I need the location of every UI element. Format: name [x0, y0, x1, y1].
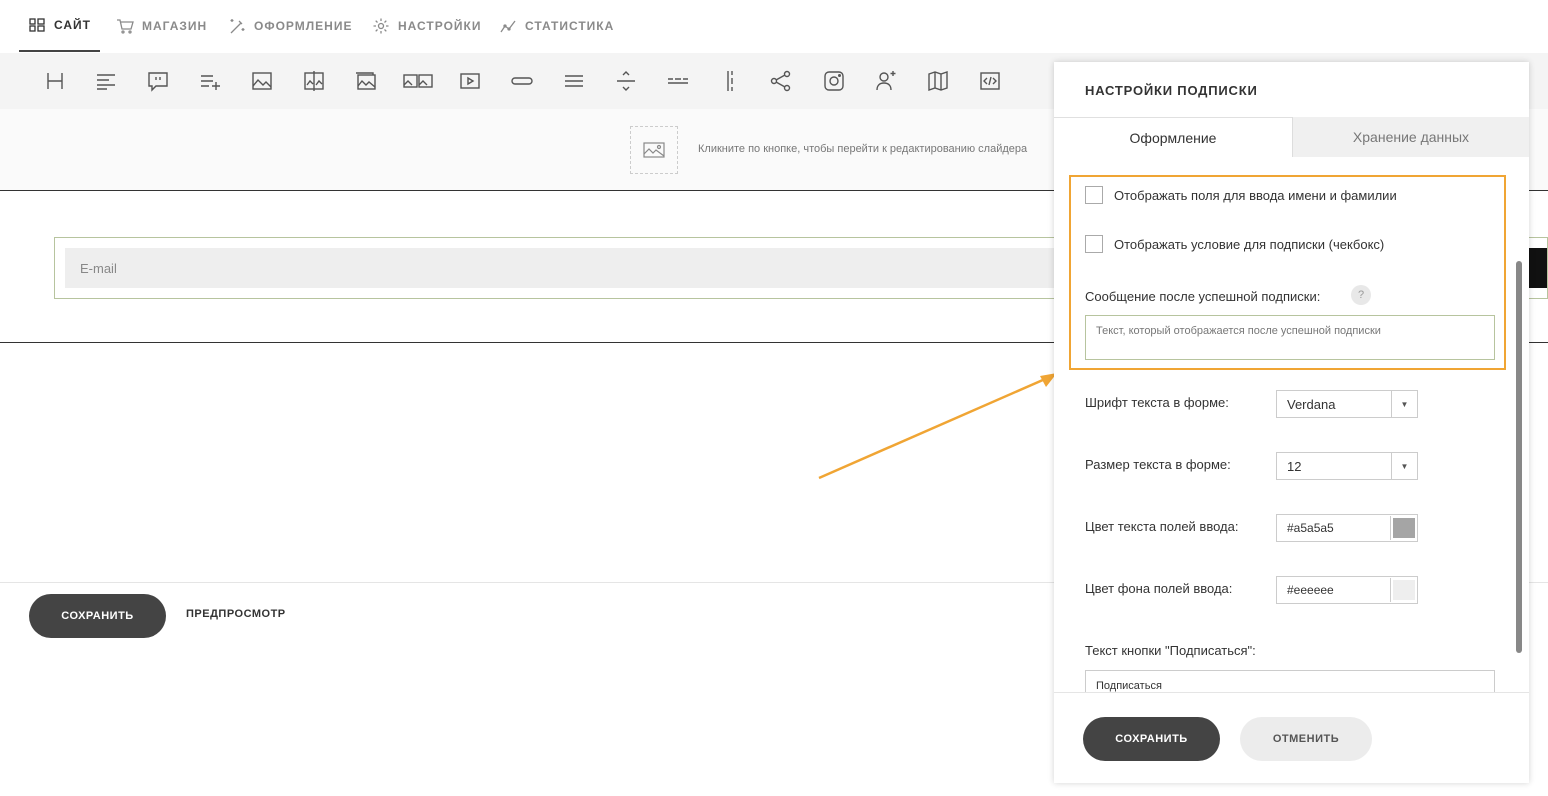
- input-text-color-label: Цвет текста полей ввода:: [1085, 519, 1239, 534]
- nav-item-site[interactable]: САЙТ: [19, 0, 100, 52]
- font-select-value: Verdana: [1287, 396, 1336, 412]
- chevron-down-icon: ▼: [1391, 391, 1417, 417]
- panel-title: НАСТРОЙКИ ПОДПИСКИ: [1085, 83, 1258, 98]
- multi-image-tool[interactable]: [403, 69, 433, 93]
- image-compare-tool[interactable]: [302, 69, 326, 93]
- nav-item-statistics[interactable]: СТАТИСТИКА: [499, 0, 614, 52]
- share-tool[interactable]: [769, 69, 793, 93]
- image-icon: [252, 72, 272, 90]
- button-tool[interactable]: [510, 69, 534, 93]
- button-icon: [511, 77, 533, 85]
- tab-data-storage[interactable]: Хранение данных: [1292, 117, 1529, 157]
- text-align-icon: [97, 74, 115, 90]
- line-chart-icon: [500, 20, 516, 33]
- subscribe-tool[interactable]: [874, 69, 898, 93]
- nav-label-design: ОФОРМЛЕНИЕ: [254, 19, 353, 33]
- condition-checkbox[interactable]: [1085, 235, 1103, 253]
- nav-label-settings: НАСТРОЙКИ: [398, 19, 482, 33]
- heading-icon: [47, 73, 63, 89]
- code-tool[interactable]: [978, 69, 1002, 93]
- input-bg-color-value: #eeeeee: [1287, 583, 1334, 597]
- lines-tool[interactable]: [562, 69, 586, 93]
- nav-label-statistics: СТАТИСТИКА: [525, 19, 615, 33]
- name-fields-checkbox[interactable]: [1085, 186, 1103, 204]
- input-text-color-swatch[interactable]: [1390, 516, 1416, 540]
- instagram-tool[interactable]: [822, 69, 846, 93]
- dashed-line-icon: [668, 78, 688, 84]
- name-fields-option: Отображать поля для ввода имени и фамили…: [1085, 186, 1397, 204]
- instagram-icon: [824, 71, 844, 91]
- multi-image-icon: [403, 74, 433, 88]
- lines-icon: [565, 75, 583, 87]
- input-bg-color-field[interactable]: #eeeeee: [1276, 576, 1418, 604]
- top-navigation: САЙТ МАГАЗИН ОФОРМЛЕНИЕ НАСТРОЙКИ СТАТИС…: [0, 0, 1548, 52]
- map-tool[interactable]: [926, 69, 950, 93]
- panel-footer: СОХРАНИТЬ ОТМЕНИТЬ: [1054, 692, 1529, 783]
- nav-item-shop[interactable]: МАГАЗИН: [116, 0, 207, 52]
- image-tool[interactable]: [250, 69, 274, 93]
- tab-design[interactable]: Оформление: [1054, 117, 1292, 157]
- list-add-icon: [201, 75, 220, 90]
- success-message-textarea[interactable]: Текст, который отображается после успешн…: [1085, 315, 1495, 360]
- input-text-color-field[interactable]: #a5a5a5: [1276, 514, 1418, 542]
- size-label: Размер текста в форме:: [1085, 457, 1231, 472]
- panel-cancel-button[interactable]: ОТМЕНИТЬ: [1240, 717, 1372, 761]
- font-label: Шрифт текста в форме:: [1085, 395, 1229, 410]
- panel-save-button[interactable]: СОХРАНИТЬ: [1083, 717, 1220, 761]
- condition-option: Отображать условие для подписки (чекбокс…: [1085, 235, 1384, 253]
- button-text-label: Текст кнопки "Подписаться":: [1085, 643, 1256, 658]
- subscribe-settings-panel: НАСТРОЙКИ ПОДПИСКИ Оформление Хранение д…: [1054, 62, 1529, 783]
- divider-icon: [617, 71, 635, 91]
- slider-edit-button[interactable]: [630, 126, 678, 174]
- grid-icon: [29, 18, 45, 32]
- list-tool[interactable]: [198, 69, 222, 93]
- page-save-button[interactable]: СОХРАНИТЬ: [29, 594, 166, 638]
- video-tool[interactable]: [458, 69, 482, 93]
- divider-tool[interactable]: [614, 69, 638, 93]
- vertical-divider-icon: [727, 71, 733, 91]
- image-compare-icon: [304, 71, 324, 91]
- gallery-icon: [356, 72, 376, 90]
- subscribe-submit-button[interactable]: [1527, 248, 1547, 288]
- input-bg-color-label: Цвет фона полей ввода:: [1085, 581, 1233, 596]
- success-message-label: Сообщение после успешной подписки:: [1085, 289, 1321, 304]
- font-select[interactable]: Verdana ▼: [1276, 390, 1418, 418]
- map-icon: [928, 71, 948, 91]
- chevron-down-icon: ▼: [1391, 453, 1417, 479]
- gallery-tool[interactable]: [354, 69, 378, 93]
- panel-tabs: Оформление Хранение данных: [1054, 117, 1529, 157]
- nav-item-settings[interactable]: НАСТРОЙКИ: [372, 0, 481, 52]
- magic-brush-icon: [230, 19, 245, 34]
- button-text-input[interactable]: Подписаться: [1085, 670, 1495, 692]
- panel-scrollbar[interactable]: [1516, 261, 1522, 653]
- text-tool[interactable]: [94, 69, 118, 93]
- help-icon[interactable]: ?: [1351, 285, 1371, 305]
- quote-tool[interactable]: [146, 69, 170, 93]
- preview-link[interactable]: ПРЕДПРОСМОТР: [186, 608, 286, 620]
- size-select[interactable]: 12 ▼: [1276, 452, 1418, 480]
- code-icon: [980, 72, 1000, 90]
- nav-label-site: САЙТ: [54, 18, 91, 32]
- condition-label: Отображать условие для подписки (чекбокс…: [1114, 236, 1385, 252]
- image-placeholder-icon: [643, 142, 665, 158]
- panel-body: Отображать поля для ввода имени и фамили…: [1054, 157, 1529, 692]
- size-select-value: 12: [1287, 458, 1302, 474]
- vertical-divider-tool[interactable]: [718, 69, 742, 93]
- nav-item-design[interactable]: ОФОРМЛЕНИЕ: [228, 0, 352, 52]
- share-icon: [770, 70, 791, 92]
- dashed-line-tool[interactable]: [666, 69, 690, 93]
- quote-icon: [148, 72, 168, 92]
- input-text-color-value: #a5a5a5: [1287, 521, 1334, 535]
- name-fields-label: Отображать поля для ввода имени и фамили…: [1114, 187, 1397, 203]
- video-icon: [460, 73, 480, 89]
- cart-icon: [117, 19, 134, 34]
- slider-hint-text: Кликните по кнопке, чтобы перейти к реда…: [698, 143, 1028, 155]
- nav-label-shop: МАГАЗИН: [142, 19, 208, 33]
- input-bg-color-swatch[interactable]: [1390, 578, 1416, 602]
- gear-icon: [373, 18, 389, 34]
- subscribe-user-icon: [876, 71, 896, 91]
- heading-tool[interactable]: [43, 69, 67, 93]
- email-input[interactable]: E-mail: [65, 248, 1065, 288]
